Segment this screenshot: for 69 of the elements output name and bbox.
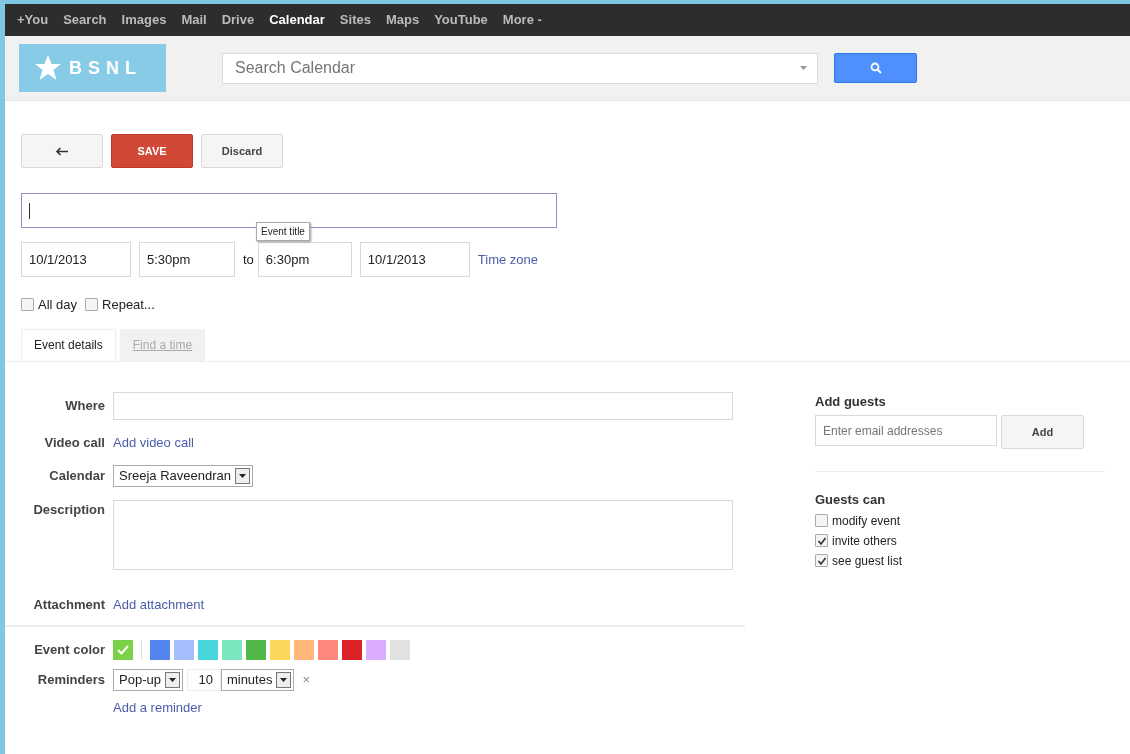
save-button[interactable]: SAVE — [111, 134, 193, 168]
reminder-method-select[interactable]: Pop-up — [113, 668, 183, 691]
reminder-unit-select[interactable]: minutes — [220, 668, 295, 691]
nav-link[interactable]: Calendar — [265, 4, 336, 36]
nav-link[interactable]: Images — [117, 4, 178, 36]
time-field[interactable]: 5:30pm — [139, 242, 235, 277]
search-icon — [869, 62, 882, 74]
calendar-select[interactable]: Sreeja Raveendran — [113, 465, 254, 487]
time-zone-link[interactable]: Time zone — [477, 249, 539, 270]
color-swatch[interactable] — [366, 639, 386, 660]
field-label: Where — [64, 396, 105, 415]
remove-reminder-button[interactable]: × — [302, 669, 311, 690]
color-swatch[interactable] — [174, 639, 194, 660]
title-field[interactable] — [21, 193, 557, 228]
color-swatch[interactable] — [390, 639, 410, 660]
color-swatch[interactable] — [198, 639, 218, 660]
add-attachment-link[interactable]: Add attachment — [113, 595, 205, 615]
date-field[interactable]: 10/1/2013 — [21, 242, 131, 277]
discard-button[interactable]: Discard — [201, 134, 283, 168]
search-button[interactable] — [834, 53, 917, 83]
permission-label: see guest list — [832, 552, 903, 570]
color-swatch[interactable] — [150, 639, 170, 660]
field-label: Description — [32, 501, 105, 519]
description-field[interactable] — [113, 500, 733, 570]
color-swatch[interactable] — [270, 639, 290, 660]
reminder-amount-field[interactable]: 10 — [186, 668, 221, 691]
field-label: Attachment — [32, 596, 105, 614]
checkbox[interactable] — [815, 554, 828, 567]
nav-link[interactable]: Sites — [335, 4, 382, 36]
checkbox[interactable] — [815, 534, 828, 547]
permission-label: invite others — [832, 532, 897, 550]
color-swatch[interactable] — [318, 639, 338, 660]
field-label: Video call — [43, 433, 105, 452]
color-swatch[interactable] — [342, 639, 362, 660]
date-field[interactable]: 10/1/2013 — [359, 242, 470, 277]
field-label: Event color — [33, 640, 105, 659]
checkbox[interactable] — [815, 514, 828, 527]
checkbox[interactable] — [85, 298, 99, 312]
nav-link[interactable]: More - — [498, 4, 553, 36]
back-button[interactable] — [21, 134, 103, 168]
email-field[interactable]: Enter email addresses — [815, 415, 997, 446]
nav-link[interactable]: Search — [59, 4, 118, 36]
nav-link[interactable]: Drive — [217, 4, 266, 36]
tab[interactable]: Event details — [21, 328, 116, 361]
where-field[interactable] — [113, 391, 733, 420]
section-heading: Add guests — [815, 392, 887, 411]
time-field[interactable]: 6:30pm — [257, 242, 352, 277]
nav-link[interactable]: Mail — [177, 4, 218, 36]
section-heading: Guests can — [815, 491, 887, 509]
permission-label: modify event — [832, 512, 901, 530]
search-box[interactable]: Search Calendar — [222, 52, 818, 84]
tooltip: Event title — [256, 222, 310, 241]
back-arrow-icon — [55, 147, 69, 157]
nav-link[interactable]: +You — [13, 4, 60, 36]
checkbox-label: All day — [38, 296, 78, 314]
add-video-call-link[interactable]: Add video call — [113, 432, 194, 452]
add-reminder-link[interactable]: Add a reminder — [113, 697, 202, 717]
nav-link[interactable]: Maps — [381, 4, 431, 36]
color-swatch[interactable] — [113, 639, 133, 660]
color-swatch[interactable] — [294, 639, 314, 660]
field-label: Reminders — [36, 670, 105, 689]
checkbox[interactable] — [21, 298, 34, 312]
add-button[interactable]: Add — [1001, 415, 1084, 449]
color-swatch[interactable] — [222, 639, 242, 660]
color-swatch[interactable] — [246, 639, 266, 660]
to-label: to — [243, 250, 254, 269]
checkbox-label: Repeat... — [102, 296, 155, 314]
nav-link[interactable]: YouTube — [430, 4, 499, 36]
field-label: Calendar — [48, 467, 105, 486]
